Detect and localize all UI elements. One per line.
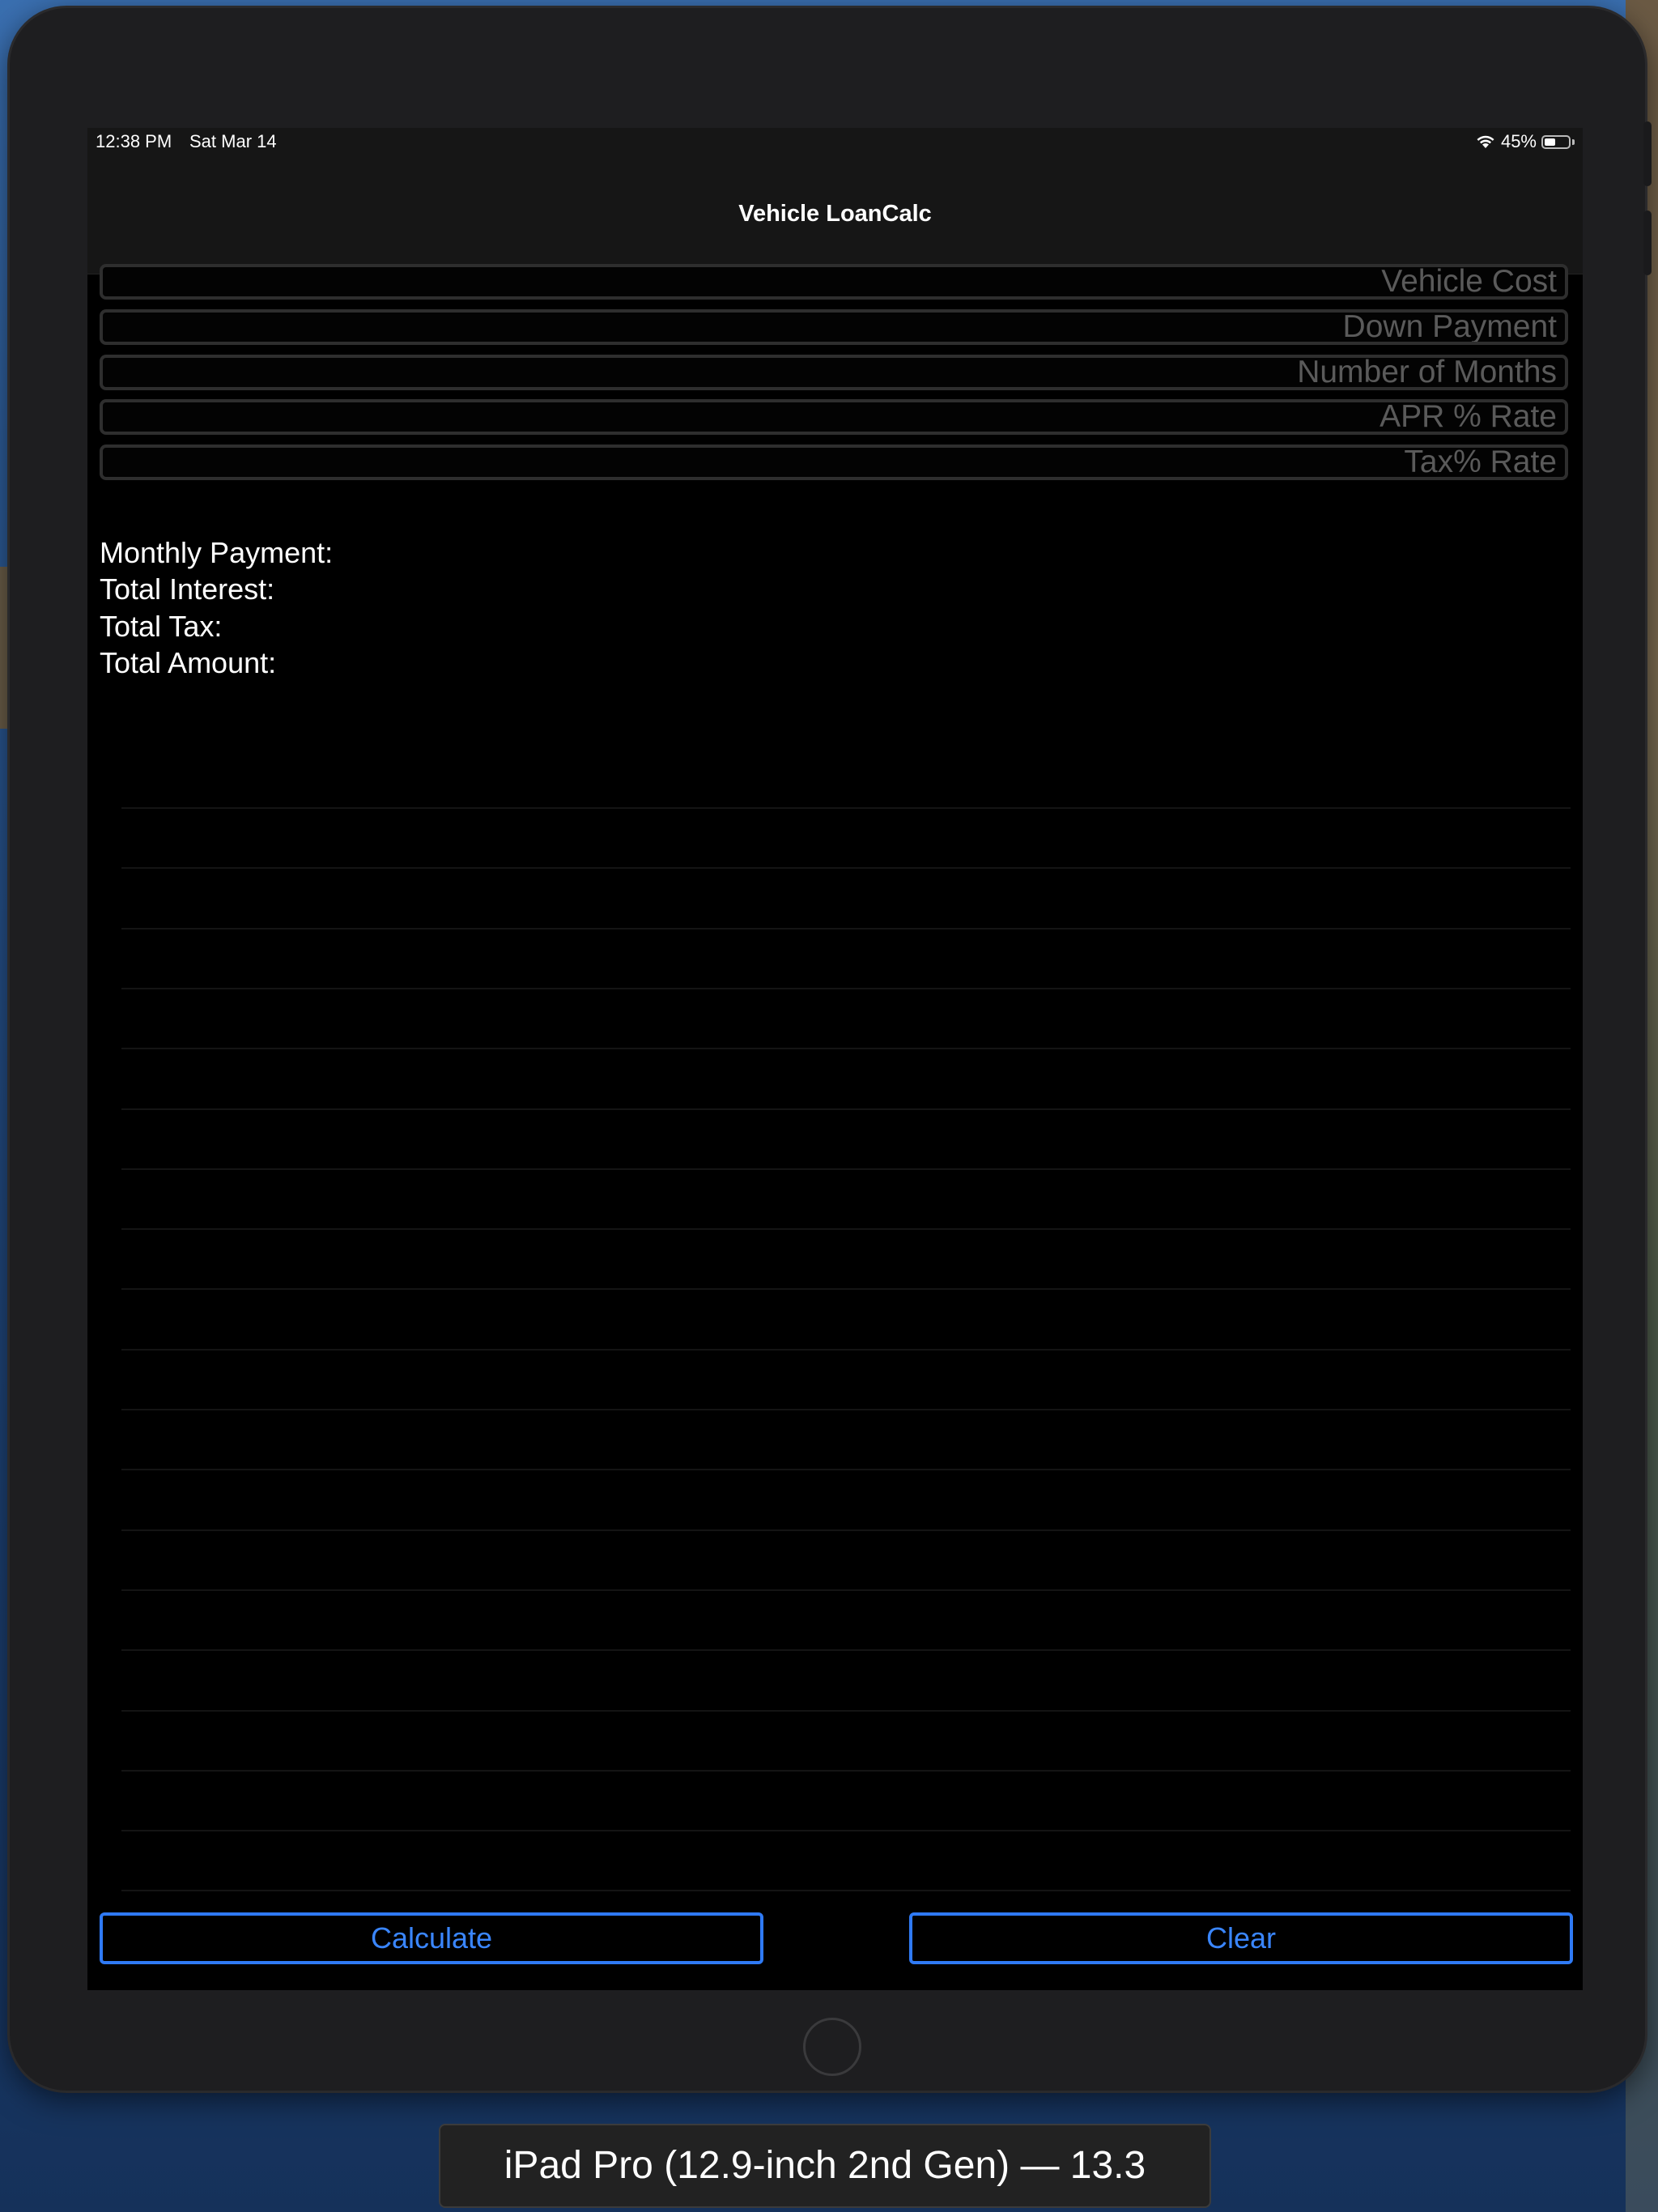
table-row-separator xyxy=(121,1168,1571,1170)
ipad-device-frame: 12:38 PM Sat Mar 14 45% Vehicle LoanCalc xyxy=(10,8,1652,2091)
table-row-separator xyxy=(121,1108,1571,1110)
clear-button[interactable]: Clear xyxy=(909,1912,1573,1964)
table-row-separator xyxy=(121,1589,1571,1591)
device-screen: 12:38 PM Sat Mar 14 45% Vehicle LoanCalc xyxy=(87,128,1583,1990)
table-row-separator xyxy=(121,867,1571,869)
simulator-device-label: iPad Pro (12.9-inch 2nd Gen) — 13.3 xyxy=(439,2124,1211,2208)
table-row-separator xyxy=(121,1529,1571,1531)
table-row-separator xyxy=(121,1048,1571,1049)
table-row-separator xyxy=(121,807,1571,809)
table-row-separator xyxy=(121,1349,1571,1351)
side-button-top xyxy=(1643,121,1652,186)
table-row-separator xyxy=(121,928,1571,929)
table-row-separator xyxy=(121,1770,1571,1772)
table-row-separator xyxy=(121,1288,1571,1290)
table-row-separator xyxy=(121,1890,1571,1891)
table-row-separator xyxy=(121,1469,1571,1470)
home-button[interactable] xyxy=(803,2018,861,2076)
side-button-bottom xyxy=(1643,211,1652,275)
table-row-separator xyxy=(121,1649,1571,1651)
table-row-separator xyxy=(121,1228,1571,1230)
empty-table-rows xyxy=(87,128,1583,1990)
table-row-separator xyxy=(121,1409,1571,1410)
table-row-separator xyxy=(121,1710,1571,1712)
table-row-separator xyxy=(121,1830,1571,1831)
calculate-button[interactable]: Calculate xyxy=(100,1912,763,1964)
table-row-separator xyxy=(121,988,1571,989)
